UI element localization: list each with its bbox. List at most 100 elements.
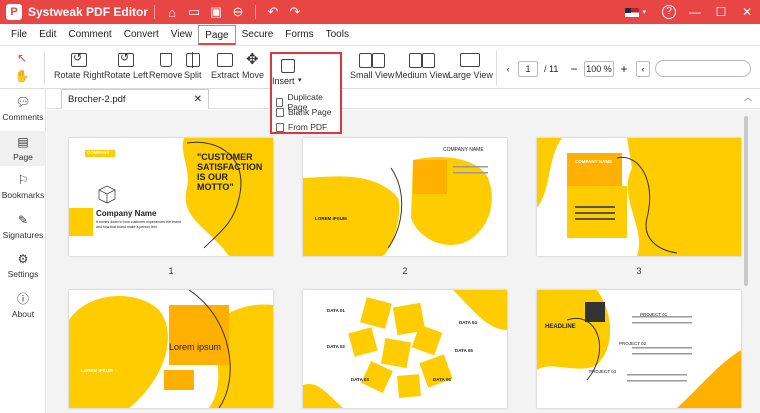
app-title: Systweak PDF Editor (28, 5, 149, 19)
close-button[interactable]: ✕ (734, 0, 760, 24)
prev-page-button[interactable]: ‹ (502, 61, 514, 77)
project-label: PROJECT 02 (619, 341, 647, 346)
divider (255, 5, 256, 19)
page-thumbnail-4[interactable]: Lorem ipsum LOREM IPSUM (69, 290, 273, 408)
folder-icon[interactable]: ▭ (183, 0, 205, 24)
divider (154, 5, 155, 19)
rotate-right-button[interactable]: Rotate Right (54, 51, 104, 80)
info-icon: ⓘ (16, 292, 29, 306)
zoom-controls: − 100 % + ‹ (568, 61, 650, 77)
page-heading: LOREM IPSUM (315, 216, 347, 221)
vertical-scrollbar[interactable] (744, 116, 748, 286)
move-button[interactable]: Move (242, 50, 264, 80)
language-flag-icon[interactable] (625, 7, 640, 17)
sidebar-item-page[interactable]: ▤ Page (0, 131, 46, 166)
bookmark-icon: ⚐ (17, 173, 29, 187)
page-total: / 11 (544, 64, 559, 74)
home-icon[interactable]: ⌂ (161, 0, 183, 24)
menu-secure[interactable]: Secure (236, 25, 280, 45)
page-tag: LOREM IPSUM (81, 368, 113, 373)
move-icon (245, 50, 261, 68)
insert-menu: Insert ▾ Duplicate Page Blank Page From … (270, 52, 342, 134)
page-thumbnail-3[interactable]: COMPANY NAME (537, 138, 741, 256)
maximize-button[interactable]: ☐ (708, 0, 734, 24)
chevron-down-icon[interactable]: ▾ (642, 8, 646, 16)
app-logo: P (6, 4, 22, 20)
search-input[interactable] (655, 60, 751, 77)
split-button[interactable]: Split (184, 52, 202, 80)
page-navigation: ‹ 1 / 11 › (502, 61, 577, 77)
menu-page[interactable]: Page (198, 24, 236, 45)
rotate-right-icon (71, 51, 88, 67)
minimize-button[interactable]: — (682, 0, 708, 24)
data-label: DATA 01 (327, 308, 345, 313)
extract-button[interactable]: Extract (211, 53, 239, 80)
rotate-left-button[interactable]: Rotate Left (104, 51, 148, 80)
page-heading: HEADLINE (545, 324, 576, 330)
extract-icon (217, 53, 233, 67)
trash-icon (159, 53, 172, 67)
page-number-label: 2 (402, 266, 408, 276)
quote-text: "CUSTOMER SATISFACTION IS OUR MOTTO" (197, 152, 263, 192)
chevron-up-icon[interactable]: ︿ (744, 92, 752, 103)
company-tag: COMPANY (87, 150, 110, 155)
menu-tools[interactable]: Tools (320, 25, 355, 45)
insert-from-pdf[interactable]: From PDF (276, 122, 327, 132)
data-label: DATA 03 (351, 377, 369, 382)
menu-convert[interactable]: Convert (118, 25, 165, 45)
menu-edit[interactable]: Edit (33, 25, 62, 45)
menu-forms[interactable]: Forms (279, 25, 319, 45)
document-tab[interactable]: Brocher-2.pdf ✕ (61, 89, 209, 109)
remove-button[interactable]: Remove (149, 53, 183, 80)
large-view-button[interactable]: Large View (448, 53, 493, 80)
sidebar-item-settings[interactable]: ⚙ Settings (0, 252, 46, 279)
close-icon[interactable]: ✕ (194, 90, 202, 109)
redo-icon[interactable]: ↷ (284, 0, 306, 24)
gear-icon: ⚙ (17, 252, 29, 266)
print-icon[interactable]: ⊖ (227, 0, 249, 24)
menu-file[interactable]: File (5, 25, 33, 45)
undo-icon[interactable]: ↶ (262, 0, 284, 24)
insert-blank-page[interactable]: Blank Page (276, 107, 331, 117)
large-view-icon (460, 53, 481, 67)
zoom-out-button[interactable]: − (568, 61, 580, 77)
small-view-button[interactable]: Small View (350, 53, 394, 80)
chevron-down-icon[interactable]: ▾ (298, 76, 302, 84)
save-icon[interactable]: ▣ (205, 0, 227, 24)
page-thumbnail-6[interactable]: HEADLINE PROJECT 01 PROJECT 02 PROJECT 0… (537, 290, 741, 408)
zoom-level-input[interactable]: 100 % (584, 61, 614, 77)
title-bar: P Systweak PDF Editor ⌂ ▭ ▣ ⊖ ↶ ↷ ▾ ? — … (0, 0, 760, 24)
insert-button[interactable]: Insert (272, 76, 295, 86)
menu-comment[interactable]: Comment (62, 25, 117, 45)
left-sidebar: 💬︎ Comments ▤ Page ⚐ Bookmarks ✎ Signatu… (0, 89, 46, 413)
page-thumbnails-area: COMPANY "CUSTOMER SATISFACTION IS OUR MO… (47, 110, 760, 413)
split-icon (185, 52, 200, 68)
zoom-in-button[interactable]: + (618, 61, 630, 77)
help-button[interactable]: ? (656, 0, 682, 24)
medium-view-icon (408, 53, 435, 68)
select-cursor-icon[interactable]: ↖ (14, 50, 30, 66)
company-name: Company Name (96, 209, 157, 218)
data-label: DATA 05 (455, 348, 473, 353)
hand-tool-icon[interactable]: ✋ (14, 68, 30, 84)
comment-icon: 💬︎ (15, 95, 31, 109)
sidebar-item-bookmarks[interactable]: ⚐ Bookmarks (0, 173, 46, 200)
signature-icon: ✎ (17, 213, 29, 227)
divider (44, 51, 45, 85)
menu-bar: File Edit Comment Convert View Page Secu… (0, 24, 760, 46)
page-thumbnail-1[interactable]: COMPANY "CUSTOMER SATISFACTION IS OUR MO… (69, 138, 273, 256)
insert-icon[interactable] (281, 59, 295, 73)
sidebar-item-comments[interactable]: 💬︎ Comments (0, 95, 46, 122)
menu-view[interactable]: View (165, 25, 199, 45)
pdf-file-icon (276, 122, 284, 132)
data-label: DATA 06 (433, 377, 451, 382)
company-name-title: COMPANY NAME (443, 147, 484, 153)
search-prev-button[interactable]: ‹ (636, 61, 650, 77)
sidebar-item-about[interactable]: ⓘ About (0, 292, 46, 319)
medium-view-button[interactable]: Medium View (395, 53, 449, 80)
page-number-label: 3 (636, 266, 642, 276)
page-thumbnail-2[interactable]: COMPANY NAME LOREM IPSUM (303, 138, 507, 256)
page-number-input[interactable]: 1 (518, 61, 538, 77)
sidebar-item-signatures[interactable]: ✎ Signatures (0, 213, 46, 240)
page-thumbnail-5[interactable]: DATA 01 DATA 02 DATA 03 DATA 04 DATA 05 … (303, 290, 507, 408)
